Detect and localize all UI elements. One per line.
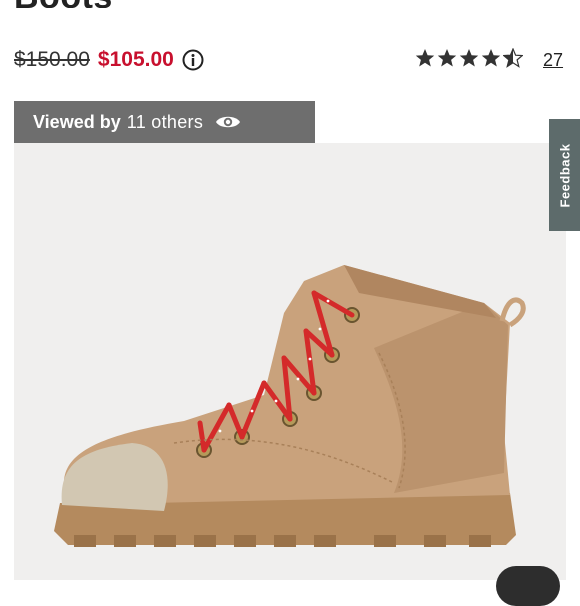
star-icon <box>437 49 457 67</box>
boot-illustration <box>54 265 526 547</box>
feedback-tab[interactable]: Feedback <box>549 119 580 231</box>
viewed-by-label: Viewed by <box>33 111 121 132</box>
product-image[interactable] <box>14 143 566 580</box>
star-rating <box>415 48 525 68</box>
half-star-icon <box>503 48 523 68</box>
original-price: $150.00 <box>14 48 90 71</box>
chat-button[interactable] <box>496 566 560 606</box>
review-count-link[interactable]: 27 <box>543 50 563 71</box>
viewer-count: 11 others <box>126 111 204 132</box>
star-icon <box>415 49 435 67</box>
sale-price: $105.00 <box>97 48 174 71</box>
info-icon[interactable] <box>182 49 204 71</box>
price-row: $150.00 $105.00 <box>14 45 204 75</box>
star-icon <box>459 49 479 67</box>
product-title: Boots <box>14 0 113 8</box>
viewed-by-banner: Viewed by 11 others <box>14 101 315 143</box>
star-icon <box>481 49 501 67</box>
feedback-label: Feedback <box>557 143 573 207</box>
eye-icon <box>216 116 241 128</box>
